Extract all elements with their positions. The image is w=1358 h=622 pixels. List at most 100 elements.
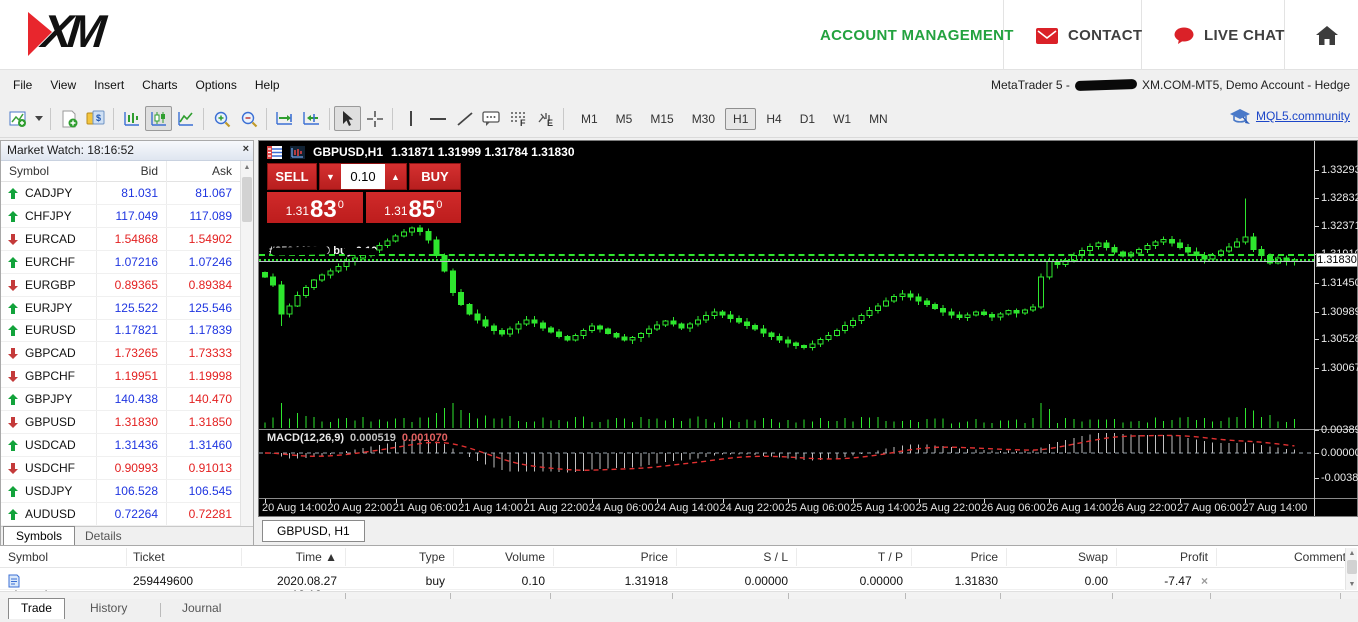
menu-file[interactable]: File xyxy=(4,74,41,96)
column-header-ask[interactable]: Ask xyxy=(212,164,232,178)
market-watch-row-eurusd[interactable]: EURUSD1.178211.17839 xyxy=(1,319,240,342)
market-watch-row-usdchf[interactable]: USDCHF0.909930.91013 xyxy=(1,457,240,480)
market-watch-row-gbpjpy[interactable]: GBPJPY140.438140.470 xyxy=(1,388,240,411)
market-watch-row-gbpcad[interactable]: GBPCAD1.732651.73333 xyxy=(1,342,240,365)
new-chart-icon[interactable] xyxy=(5,106,32,131)
bar-chart-icon[interactable] xyxy=(118,106,145,131)
market-watch-row-gbpchf[interactable]: GBPCHF1.199511.19998 xyxy=(1,365,240,388)
timeframe-m1[interactable]: M1 xyxy=(573,108,606,130)
column-header-time[interactable]: Time ▲ xyxy=(230,550,337,564)
market-watch-row-eurgbp[interactable]: EURGBP0.893650.89384 xyxy=(1,274,240,297)
scroll-down-icon[interactable]: ▼ xyxy=(1347,581,1357,588)
menu-options[interactable]: Options xyxy=(187,74,246,96)
crosshair-icon[interactable] xyxy=(361,106,388,131)
candlestick-chart-icon[interactable] xyxy=(145,106,172,131)
scroll-up-icon[interactable]: ▲ xyxy=(242,164,252,171)
menu-charts[interactable]: Charts xyxy=(133,74,186,96)
menu-insert[interactable]: Insert xyxy=(85,74,133,96)
mql5-link-text[interactable]: MQL5.community xyxy=(1256,109,1350,123)
timeframe-h4[interactable]: H4 xyxy=(758,108,789,130)
cursor-icon[interactable] xyxy=(334,106,361,131)
close-position-icon[interactable]: × xyxy=(1201,574,1208,588)
tab-symbols[interactable]: Symbols xyxy=(3,526,75,547)
market-watch-row-gbpusd[interactable]: GBPUSD1.318301.31850 xyxy=(1,411,240,434)
zoom-in-icon[interactable] xyxy=(208,106,235,131)
new-order-icon[interactable] xyxy=(55,106,82,131)
column-header-comment[interactable]: Comment xyxy=(1228,550,1346,564)
bid-price-line[interactable] xyxy=(259,261,1314,262)
bid-value: 1.07216 xyxy=(115,255,158,269)
profiles-icon[interactable]: $ xyxy=(82,106,109,131)
timeframe-w1[interactable]: W1 xyxy=(825,108,859,130)
timeframe-mn[interactable]: MN xyxy=(861,108,896,130)
chart-shift-icon[interactable] xyxy=(298,106,325,131)
toolbox-panel: Symbol TicketTime ▲ Type Volume Price S / L T … xyxy=(0,545,1358,622)
column-header-type[interactable]: Type xyxy=(355,550,445,564)
line-chart-icon[interactable] xyxy=(172,106,199,131)
timeframe-m30[interactable]: M30 xyxy=(684,108,723,130)
market-watch-row-eurchf[interactable]: EURCHF1.072161.07246 xyxy=(1,251,240,274)
column-header-profit[interactable]: Profit xyxy=(1108,550,1208,564)
contact-link[interactable]: CONTACT xyxy=(1036,27,1142,44)
fibonacci-icon[interactable]: F xyxy=(505,106,532,131)
trendline-icon[interactable] xyxy=(451,106,478,131)
market-watch-row-usdcad[interactable]: USDCAD1.314361.31460 xyxy=(1,434,240,457)
macd-label: MACD(12,26,9) 0.000519 0.001070 xyxy=(267,432,448,444)
trade-table-row[interactable]: gbpusd2594496002020.08.27 18:12:…buy0.10… xyxy=(0,568,1344,590)
close-icon[interactable]: × xyxy=(243,143,249,155)
tab-journal[interactable]: Journal xyxy=(170,599,233,619)
timeframe-m5[interactable]: M5 xyxy=(608,108,641,130)
market-watch-row-cadjpy[interactable]: CADJPY81.03181.067 xyxy=(1,182,240,205)
macd-tick xyxy=(1314,430,1319,431)
price-axis-label: 1.30528 xyxy=(1321,333,1358,345)
market-watch-title[interactable]: Market Watch: 18:16:52 × xyxy=(1,141,253,161)
column-header-sl[interactable]: S / L xyxy=(678,550,788,564)
menu-help[interactable]: Help xyxy=(246,74,289,96)
market-watch-row-eurcad[interactable]: EURCAD1.548681.54902 xyxy=(1,228,240,251)
position-open-price-line[interactable] xyxy=(259,254,1314,256)
scrollbar-thumb[interactable] xyxy=(1347,560,1357,574)
auto-scroll-icon[interactable] xyxy=(271,106,298,131)
tab-details[interactable]: Details xyxy=(73,527,134,547)
timeframe-d1[interactable]: D1 xyxy=(792,108,823,130)
chart-window[interactable]: GBPUSD,H1 1.31871 1.31999 1.31784 1.3183… xyxy=(258,140,1358,517)
market-watch-row-usdjpy[interactable]: USDJPY106.528106.545 xyxy=(1,480,240,503)
timeframe-m15[interactable]: M15 xyxy=(642,108,681,130)
column-header-price2[interactable]: Price xyxy=(913,550,998,564)
menu-view[interactable]: View xyxy=(41,74,85,96)
timeframe-h1[interactable]: H1 xyxy=(725,108,756,130)
column-header-symbol[interactable]: Symbol xyxy=(8,550,118,564)
column-header-ticket[interactable]: Ticket xyxy=(133,550,233,564)
horizontal-line-icon[interactable] xyxy=(424,106,451,131)
home-icon[interactable] xyxy=(1316,26,1338,45)
mql5-community-link[interactable]: MQL5.community xyxy=(1229,108,1350,124)
column-header-swap[interactable]: Swap xyxy=(1008,550,1108,564)
xm-logo[interactable]: XM xyxy=(26,10,146,60)
objects-list-icon[interactable]: E xyxy=(532,106,559,131)
market-watch-row-chfjpy[interactable]: CHFJPY117.049117.089 xyxy=(1,205,240,228)
market-watch-row-audusd[interactable]: AUDUSD0.722640.72281 xyxy=(1,503,240,526)
tab-history[interactable]: History xyxy=(78,599,139,619)
market-watch-scrollbar[interactable]: ▲ ▼ xyxy=(240,161,253,545)
zoom-out-icon[interactable] xyxy=(235,106,262,131)
market-watch-row-eurjpy[interactable]: EURJPY125.522125.546 xyxy=(1,297,240,320)
live-chat-link[interactable]: LIVE CHAT xyxy=(1174,27,1285,44)
column-header-symbol[interactable]: Symbol xyxy=(9,164,49,178)
toolbar-divider xyxy=(563,108,564,130)
column-header-price[interactable]: Price xyxy=(555,550,668,564)
new-chart-dropdown-icon[interactable] xyxy=(32,106,46,131)
column-header-bid[interactable]: Bid xyxy=(141,164,158,178)
text-comment-icon[interactable] xyxy=(478,106,505,131)
tab-trade[interactable]: Trade xyxy=(8,598,65,619)
vertical-line-icon[interactable] xyxy=(397,106,424,131)
scroll-up-icon[interactable]: ▲ xyxy=(1347,550,1357,557)
chart-tab-gbpusd[interactable]: GBPUSD, H1 xyxy=(262,520,365,542)
price-chart-plot[interactable] xyxy=(259,141,1314,430)
scrollbar-thumb[interactable] xyxy=(242,177,252,222)
column-header-tp[interactable]: T / P xyxy=(798,550,903,564)
time-axis[interactable]: 20 Aug 14:0020 Aug 22:0021 Aug 06:0021 A… xyxy=(259,499,1314,516)
time-axis-label: 24 Aug 14:00 xyxy=(654,502,719,514)
column-header-volume[interactable]: Volume xyxy=(455,550,545,564)
trade-table-scrollbar[interactable]: ▲ ▼ xyxy=(1345,548,1357,590)
window-title-prefix: MetaTrader 5 - xyxy=(991,78,1070,92)
